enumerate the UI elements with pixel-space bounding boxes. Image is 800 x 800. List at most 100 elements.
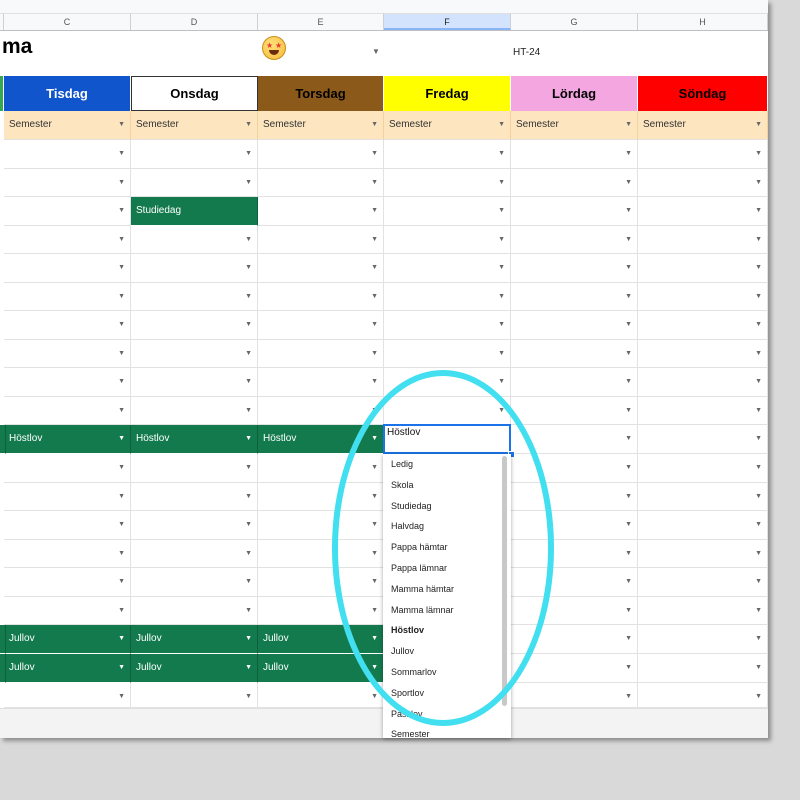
chevron-down-icon[interactable]: ▼: [118, 368, 125, 396]
grid-cell[interactable]: ▼: [4, 140, 131, 169]
chevron-down-icon[interactable]: ▼: [625, 283, 632, 311]
chevron-down-icon[interactable]: ▼: [371, 283, 378, 311]
grid-cell[interactable]: ▼: [4, 254, 131, 283]
chevron-down-icon[interactable]: ▼: [625, 625, 632, 653]
chevron-down-icon[interactable]: ▼: [755, 140, 762, 168]
chevron-down-icon[interactable]: ▼: [625, 511, 632, 539]
dropdown-option[interactable]: Halvdag: [391, 518, 424, 534]
grid-cell[interactable]: ▼: [638, 140, 768, 169]
chevron-down-icon[interactable]: ▼: [625, 311, 632, 339]
hostlov-cell[interactable]: Höstlov ▼: [131, 425, 258, 454]
grid-cell[interactable]: ▼: [258, 283, 384, 311]
grid-cell[interactable]: ▼: [131, 311, 258, 340]
grid-cell[interactable]: ▼: [511, 397, 638, 425]
chevron-down-icon[interactable]: ▼: [625, 568, 632, 596]
grid-cell[interactable]: ▼: [258, 568, 384, 597]
chevron-down-icon[interactable]: ▼: [755, 197, 762, 225]
jullov-cell[interactable]: Jullov ▼: [131, 654, 258, 683]
day-header-4[interactable]: Fredag: [384, 76, 511, 111]
grid-cell[interactable]: ▼: [258, 226, 384, 254]
grid-cell[interactable]: ▼: [638, 226, 768, 254]
grid-cell[interactable]: ▼: [511, 169, 638, 197]
chevron-down-icon[interactable]: ▼: [245, 625, 252, 653]
grid-cell[interactable]: ▼: [4, 683, 131, 708]
chevron-down-icon[interactable]: ▼: [245, 140, 252, 168]
dropdown-option[interactable]: Sommarlov: [391, 664, 437, 680]
chevron-down-icon[interactable]: ▼: [371, 340, 378, 368]
grid-cell[interactable]: ▼: [511, 140, 638, 169]
grid-cell[interactable]: ▼: [131, 368, 258, 397]
chevron-down-icon[interactable]: ▼: [498, 340, 505, 368]
chevron-down-icon[interactable]: ▼: [625, 140, 632, 168]
chevron-down-icon[interactable]: ▼: [755, 311, 762, 339]
chevron-down-icon[interactable]: ▼: [625, 340, 632, 368]
day-header-3[interactable]: Torsdag: [258, 76, 384, 111]
chevron-down-icon[interactable]: ▼: [245, 340, 252, 368]
chevron-down-icon[interactable]: ▼: [755, 226, 762, 254]
chevron-down-icon[interactable]: ▼: [118, 511, 125, 539]
day-header-5[interactable]: Lördag: [511, 76, 638, 111]
chevron-down-icon[interactable]: ▼: [118, 568, 125, 596]
chevron-down-icon[interactable]: ▼: [371, 111, 378, 139]
grid-cell[interactable]: ▼: [258, 454, 384, 483]
chevron-down-icon[interactable]: ▼: [371, 368, 378, 396]
grid-cell[interactable]: ▼: [131, 283, 258, 311]
chevron-down-icon[interactable]: ▼: [372, 47, 380, 56]
grid-cell[interactable]: ▼: [511, 625, 638, 654]
chevron-down-icon[interactable]: ▼: [625, 483, 632, 511]
grid-cell[interactable]: ▼: [4, 540, 131, 568]
chevron-down-icon[interactable]: ▼: [118, 226, 125, 254]
grid-cell[interactable]: ▼: [511, 340, 638, 368]
grid-cell[interactable]: ▼: [511, 311, 638, 340]
dropdown-option[interactable]: Skola: [391, 477, 414, 493]
chevron-down-icon[interactable]: ▼: [118, 254, 125, 282]
chevron-down-icon[interactable]: ▼: [625, 368, 632, 396]
day-header-1[interactable]: Tisdag: [4, 76, 131, 111]
grid-cell[interactable]: ▼: [511, 483, 638, 511]
grid-cell[interactable]: ▼: [511, 683, 638, 708]
chevron-down-icon[interactable]: ▼: [755, 683, 762, 711]
grid-cell[interactable]: ▼: [384, 140, 511, 169]
grid-cell[interactable]: ▼: [4, 283, 131, 311]
chevron-down-icon[interactable]: ▼: [371, 511, 378, 539]
grid-cell[interactable]: ▼: [258, 169, 384, 197]
grid-cell[interactable]: ▼: [131, 511, 258, 540]
chevron-down-icon[interactable]: ▼: [625, 169, 632, 197]
grid-cell[interactable]: ▼: [258, 683, 384, 708]
chevron-down-icon[interactable]: ▼: [498, 368, 505, 396]
chevron-down-icon[interactable]: ▼: [625, 683, 632, 711]
grid-cell[interactable]: ▼: [4, 568, 131, 597]
chevron-down-icon[interactable]: ▼: [371, 540, 378, 568]
grid-cell[interactable]: ▼: [258, 511, 384, 540]
chevron-down-icon[interactable]: ▼: [498, 254, 505, 282]
grid-cell[interactable]: ▼: [638, 540, 768, 568]
validation-dropdown[interactable]: Ledig Skola Studiedag Halvdag Pappa hämtar Pa…: [383, 454, 511, 738]
grid-cell[interactable]: ▼: [131, 597, 258, 625]
dropdown-option[interactable]: Studiedag: [391, 498, 432, 514]
grid-cell[interactable]: ▼: [638, 311, 768, 340]
chevron-down-icon[interactable]: ▼: [371, 311, 378, 339]
semester-cell[interactable]: Semester ▼: [258, 111, 384, 140]
grid-cell[interactable]: ▼: [4, 340, 131, 368]
chevron-down-icon[interactable]: ▼: [625, 111, 632, 139]
dropdown-option[interactable]: Pappa lämnar: [391, 560, 447, 576]
chevron-down-icon[interactable]: ▼: [118, 454, 125, 482]
grid-cell[interactable]: ▼: [638, 511, 768, 540]
semester-cell[interactable]: Semester ▼: [638, 111, 768, 140]
grid-cell[interactable]: ▼: [258, 197, 384, 226]
chevron-down-icon[interactable]: ▼: [625, 226, 632, 254]
dropdown-option[interactable]: Påsklov: [391, 706, 423, 722]
grid-cell[interactable]: ▼: [131, 140, 258, 169]
grid-cell[interactable]: ▼: [638, 568, 768, 597]
grid-cell[interactable]: ▼: [131, 397, 258, 425]
grid-cell[interactable]: ▼: [511, 226, 638, 254]
chevron-down-icon[interactable]: ▼: [755, 483, 762, 511]
chevron-down-icon[interactable]: ▼: [245, 169, 252, 197]
chevron-down-icon[interactable]: ▼: [755, 597, 762, 625]
chevron-down-icon[interactable]: ▼: [755, 368, 762, 396]
chevron-down-icon[interactable]: ▼: [245, 368, 252, 396]
chevron-down-icon[interactable]: ▼: [245, 511, 252, 539]
chevron-down-icon[interactable]: ▼: [118, 140, 125, 168]
chevron-down-icon[interactable]: ▼: [371, 683, 378, 711]
hostlov-cell[interactable]: Höstlov ▼: [258, 425, 384, 454]
